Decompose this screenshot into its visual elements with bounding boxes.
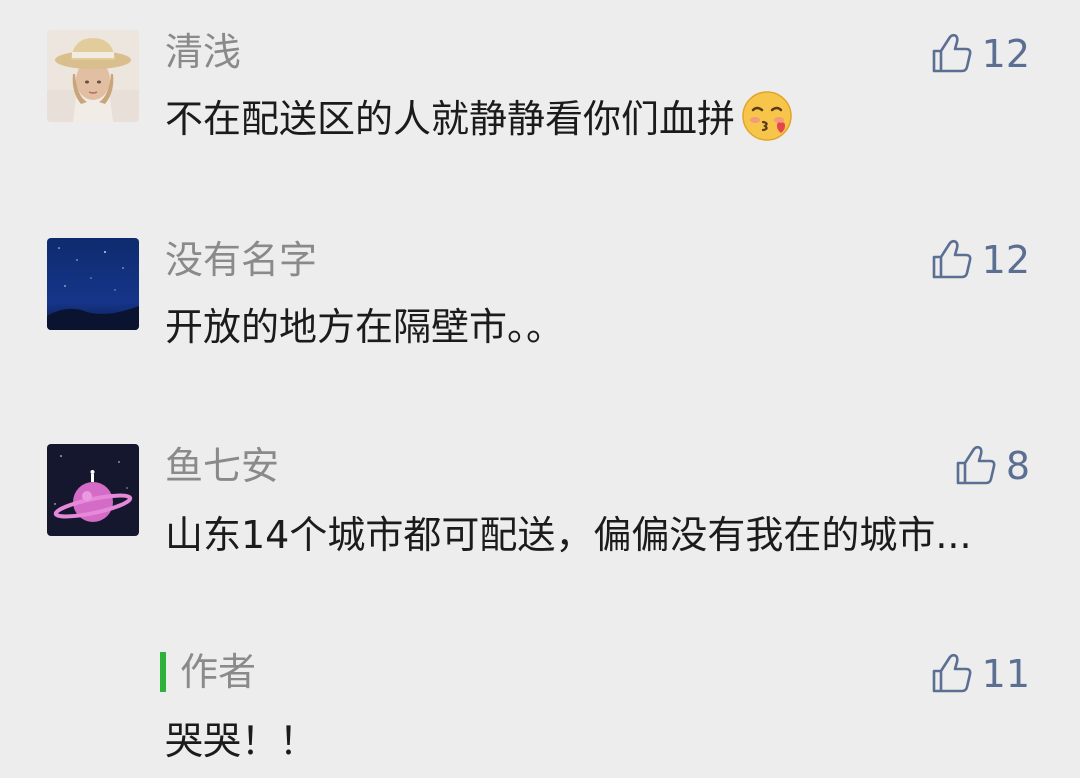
author-reply-text: 哭哭！！ <box>165 719 318 763</box>
comment-author-name[interactable]: 没有名字 <box>165 236 317 284</box>
comment-body: 不在配送区的人就静静看你们血拼 <box>165 97 736 141</box>
comment-author-name[interactable]: 清浅 <box>165 28 241 76</box>
girl-with-straw-hat-avatar <box>47 30 139 122</box>
comment-text: 开放的地方在隔壁市。。 <box>165 305 565 349</box>
like-button[interactable]: 8 <box>954 442 1030 490</box>
comment-item: 清浅 12 不在配送区的人就静静看你们血拼 <box>0 0 1080 200</box>
author-reply-name: 作者 <box>180 650 257 694</box>
like-button[interactable]: 12 <box>930 236 1030 284</box>
thumbs-up-icon <box>956 445 996 485</box>
comment-item: 没有名字 12 开放的地方在隔壁市。。 <box>0 200 1080 400</box>
thumbs-up-icon <box>932 33 972 73</box>
kissing-face-with-closed-eyes-emoji <box>742 91 792 141</box>
comment-text: 不在配送区的人就静静看你们血拼 <box>165 88 995 150</box>
like-count: 8 <box>1005 444 1030 488</box>
comment-item: 鱼七安 8 山东14个城市都可配送，偏偏没有我在的城市... 作者 11 哭哭！… <box>0 400 1080 778</box>
avatar[interactable] <box>47 30 139 122</box>
pink-planet-avatar <box>47 444 139 536</box>
author-reply-accent <box>160 652 166 692</box>
comment-text: 山东14个城市都可配送，偏偏没有我在的城市... <box>165 513 972 557</box>
like-count: 12 <box>981 238 1030 282</box>
avatar[interactable] <box>47 444 139 536</box>
like-button[interactable]: 12 <box>930 30 1030 78</box>
comment-author-name[interactable]: 鱼七安 <box>165 442 279 490</box>
like-count: 12 <box>981 32 1030 76</box>
thumbs-up-icon <box>932 239 972 279</box>
avatar[interactable] <box>47 238 139 330</box>
thumbs-up-icon <box>932 653 972 693</box>
like-count: 11 <box>981 652 1030 696</box>
author-reply-like-button[interactable]: 11 <box>930 650 1030 698</box>
night-sky-avatar <box>47 238 139 330</box>
